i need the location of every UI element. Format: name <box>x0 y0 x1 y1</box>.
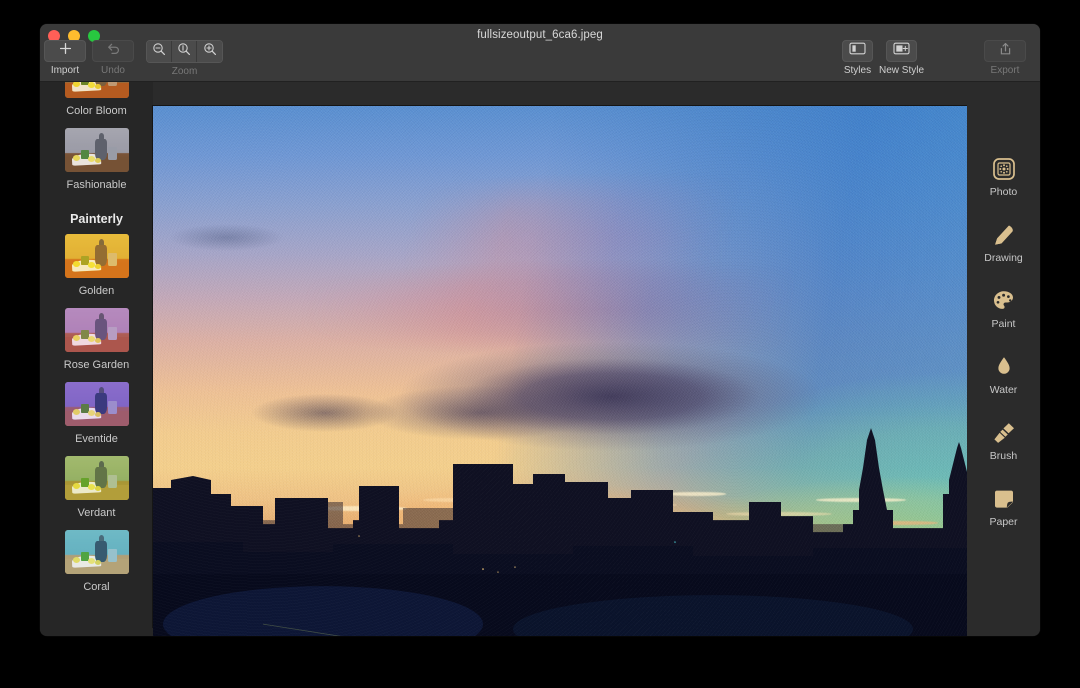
preset-label: Rose Garden <box>63 359 130 371</box>
preset-label: Golden <box>78 285 115 297</box>
application-window: fullsizeoutput_6ca6.jpeg Import Undo Zoo… <box>40 24 1040 636</box>
tool-brush[interactable]: Brush <box>967 420 1040 462</box>
artwork-image[interactable] <box>153 106 971 636</box>
share-up-arrow-icon <box>999 42 1012 61</box>
artwork-grain-overlay <box>153 106 971 636</box>
tool-label: Photo <box>989 186 1018 198</box>
zoom-control: Zoom <box>146 40 223 77</box>
still-life-thumbnail-art <box>64 382 129 426</box>
new-style-button-face[interactable] <box>885 40 917 62</box>
new-style-icon <box>893 42 910 60</box>
preset-label: Coral <box>83 581 110 593</box>
tool-label: Paper <box>989 516 1018 528</box>
still-life-thumbnail-art <box>64 308 129 352</box>
magnifier-plus-icon <box>203 42 217 61</box>
toolbar-group-styles: Styles New Style <box>841 40 924 76</box>
preset-thumbnail[interactable] <box>64 128 129 172</box>
tool-label: Water <box>989 384 1018 396</box>
preset-label: Color Bloom <box>66 105 127 117</box>
zoom-in-button[interactable] <box>197 41 222 62</box>
tool-paint[interactable]: Paint <box>967 288 1040 330</box>
undo-button[interactable]: Undo <box>92 40 134 76</box>
magnifier-minus-icon <box>152 42 166 61</box>
still-life-thumbnail-art <box>64 234 129 278</box>
styles-button-face[interactable] <box>841 40 873 62</box>
tool-photo[interactable]: Photo <box>967 156 1040 198</box>
preset-thumbnail[interactable] <box>64 382 129 426</box>
tool-rail: Photo Drawing Paint Water Brush Paper <box>967 82 1040 636</box>
tool-label: Paint <box>991 318 1016 330</box>
export-button-face[interactable] <box>984 40 1026 62</box>
preset-item-golden[interactable]: Golden <box>40 234 153 300</box>
sidebar-bottom-filler <box>40 628 153 636</box>
sidebar-section-heading-painterly: Painterly <box>70 212 123 226</box>
import-button-face[interactable] <box>44 40 86 62</box>
toolbar-group-zoom: Zoom <box>146 40 223 77</box>
tool-water[interactable]: Water <box>967 354 1040 396</box>
tool-label: Brush <box>989 450 1018 462</box>
zoom-segmented-control <box>146 40 223 63</box>
preset-item-color-bloom[interactable]: Color Bloom <box>40 82 153 120</box>
photo-icon[interactable] <box>991 156 1017 182</box>
preset-label: Eventide <box>75 433 118 445</box>
sidebar-panel-icon <box>849 42 866 60</box>
undo-arrow-icon <box>106 42 121 60</box>
zoom-out-button[interactable] <box>147 41 172 62</box>
preset-item-coral[interactable]: Coral <box>40 530 153 596</box>
still-life-thumbnail-art <box>64 530 129 574</box>
canvas-area[interactable] <box>153 82 971 636</box>
toolbar-group-export: Export <box>984 40 1026 76</box>
preset-item-eventide[interactable]: Eventide <box>40 382 153 448</box>
export-button-label: Export <box>990 65 1020 76</box>
tool-label: Drawing <box>984 252 1023 264</box>
import-button[interactable]: Import <box>44 40 86 76</box>
paper-icon[interactable] <box>991 486 1017 512</box>
preset-item-verdant[interactable]: Verdant <box>40 456 153 522</box>
new-style-button[interactable]: New Style <box>879 40 924 76</box>
magnifier-one-icon <box>177 42 191 61</box>
export-button[interactable]: Export <box>984 40 1026 76</box>
styles-button-label: Styles <box>843 65 872 76</box>
styles-sidebar[interactable]: Color Bloom Fashionable Painterly Golden… <box>40 82 153 636</box>
preset-thumbnail[interactable] <box>64 456 129 500</box>
still-life-thumbnail-art <box>64 456 129 500</box>
tool-paper[interactable]: Paper <box>967 486 1040 528</box>
preset-thumbnail[interactable] <box>64 234 129 278</box>
plus-icon <box>59 42 72 60</box>
still-life-thumbnail-art <box>64 128 129 172</box>
import-button-label: Import <box>50 65 80 76</box>
zoom-fit-button[interactable] <box>172 41 197 62</box>
still-life-thumbnail-art <box>64 82 129 98</box>
title-bar: fullsizeoutput_6ca6.jpeg Import Undo Zoo… <box>40 24 1040 82</box>
undo-button-label: Undo <box>101 65 125 76</box>
tool-drawing[interactable]: Drawing <box>967 222 1040 264</box>
new-style-button-label: New Style <box>878 65 924 76</box>
palette-icon[interactable] <box>991 288 1017 314</box>
preset-item-rose-garden[interactable]: Rose Garden <box>40 308 153 374</box>
toolbar-group-file: Import Undo <box>44 40 134 76</box>
preset-item-fashionable[interactable]: Fashionable <box>40 128 153 194</box>
styles-button[interactable]: Styles <box>841 40 873 76</box>
pencil-icon[interactable] <box>991 222 1017 248</box>
preset-label: Fashionable <box>66 179 127 191</box>
brush-icon[interactable] <box>991 420 1017 446</box>
undo-button-face[interactable] <box>92 40 134 62</box>
zoom-group-label: Zoom <box>171 66 198 77</box>
preset-label: Verdant <box>77 507 116 519</box>
water-drop-icon[interactable] <box>991 354 1017 380</box>
preset-thumbnail[interactable] <box>64 308 129 352</box>
preset-thumbnail[interactable] <box>64 530 129 574</box>
preset-thumbnail[interactable] <box>64 82 129 98</box>
